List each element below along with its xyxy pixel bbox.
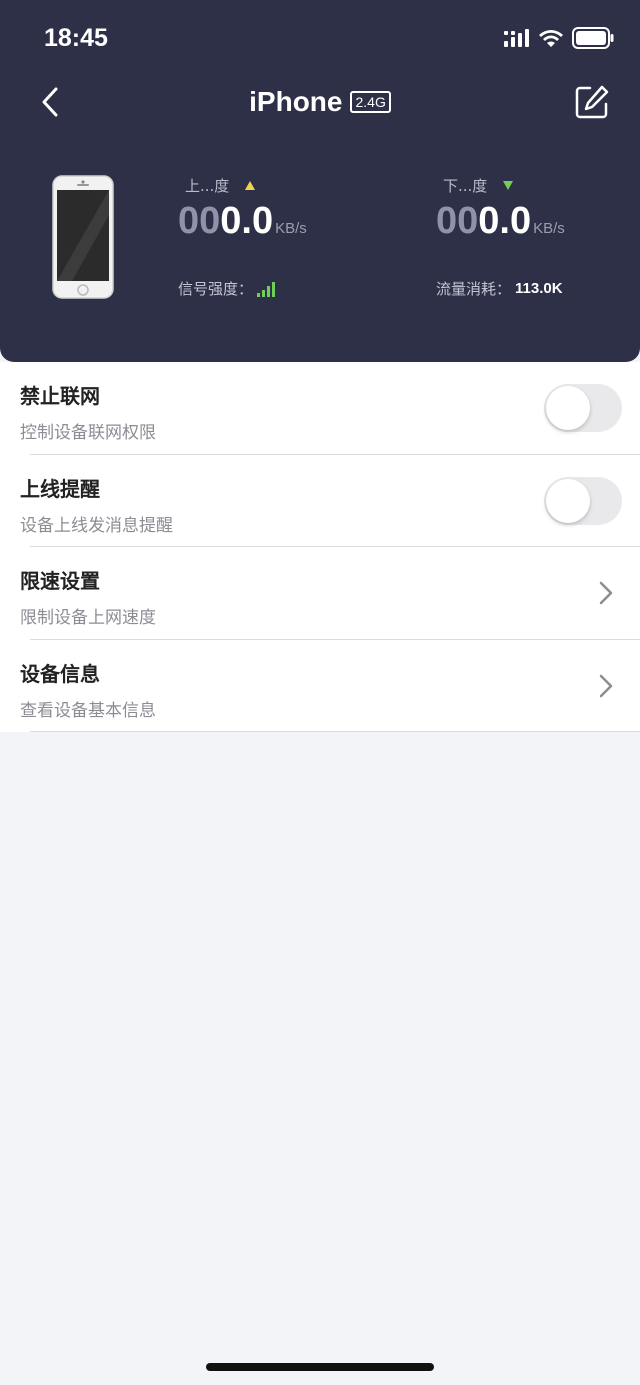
page-title: iPhone [249,86,343,117]
status-icons [504,26,614,50]
upload-value-dim: 00 [178,200,221,242]
traffic-value: 113.0K [515,280,563,297]
setting-online-alert[interactable]: 上线提醒 设备上线发消息提醒 [0,455,640,547]
upload-arrow-icon [245,181,256,190]
upload-value: 0.0 [220,200,274,242]
download-label: 下...度 [443,177,488,195]
upload-unit: KB/s [275,220,307,237]
setting-title: 设备信息 [20,661,100,686]
battery-icon [572,27,614,49]
toggle-knob [546,478,590,523]
signal-strength: 信号强度： [178,278,277,299]
download-value: 0.0 [478,200,532,242]
home-indicator[interactable] [206,1363,434,1371]
signal-label: 信号强度： [178,280,254,298]
status-bar: 18:45 [0,0,640,76]
toggle-knob [546,386,590,430]
setting-block-internet[interactable]: 禁止联网 控制设备联网权限 [0,362,640,455]
iphone-device-icon [52,175,114,299]
setting-speed-limit[interactable]: 限速设置 限制设备上网速度 [0,547,640,640]
band-badge: 2.4G [350,91,391,113]
chevron-right-icon [599,581,613,605]
online-alert-toggle[interactable] [544,476,622,525]
divider [30,731,640,732]
setting-title: 上线提醒 [20,476,100,501]
status-time: 18:45 [44,24,108,52]
upload-label: 上...度 [185,177,230,195]
download-speed: 下...度 00 0.0 KB/s [436,175,565,243]
block-internet-toggle[interactable] [544,384,622,432]
signal-bars-icon [257,281,276,297]
download-arrow-icon [503,181,514,190]
edit-icon [575,85,609,119]
device-header: 18:45 iPhone 2.4G 上...度 00 0.0 KB/s 下...… [0,0,640,362]
setting-subtitle: 设备上线发消息提醒 [20,515,173,536]
settings-list: 禁止联网 控制设备联网权限 上线提醒 设备上线发消息提醒 限速设置 限制设备上网… [0,362,640,732]
edit-button[interactable] [574,84,610,120]
setting-subtitle: 查看设备基本信息 [20,700,156,721]
nav-bar: iPhone 2.4G [0,78,640,126]
cellular-signal-icon [504,29,529,47]
traffic-usage: 流量消耗： 113.0K [436,278,563,299]
setting-subtitle: 限制设备上网速度 [20,608,156,628]
title-wrap: iPhone 2.4G [0,78,640,126]
traffic-label: 流量消耗： [436,280,512,298]
chevron-right-icon [599,674,613,697]
setting-device-info[interactable]: 设备信息 查看设备基本信息 [0,640,640,732]
download-value-dim: 00 [436,200,479,242]
download-unit: KB/s [533,220,565,237]
setting-title: 禁止联网 [20,384,100,408]
upload-speed: 上...度 00 0.0 KB/s [178,175,307,243]
setting-subtitle: 控制设备联网权限 [20,423,156,443]
setting-title: 限速设置 [20,569,100,593]
wifi-icon [539,30,563,47]
